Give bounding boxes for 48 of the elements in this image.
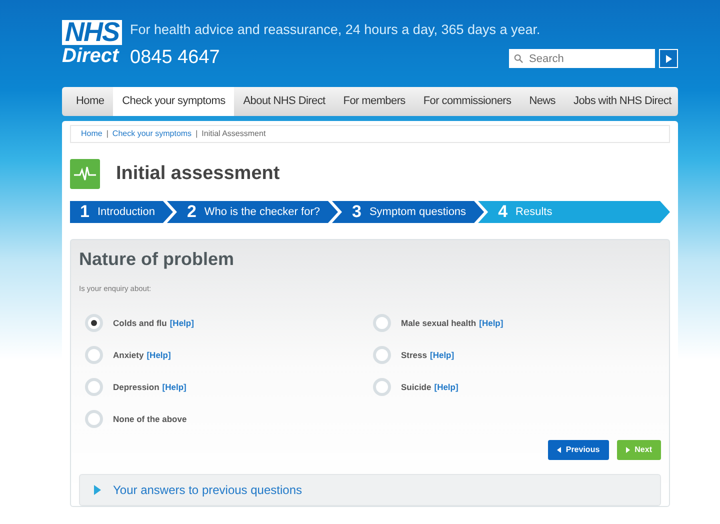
breadcrumb-separator: |: [196, 128, 198, 140]
option-label: Male sexual health: [401, 316, 476, 330]
help-link[interactable]: [Help]: [162, 380, 186, 394]
nav-tab[interactable]: For members: [334, 87, 414, 116]
option-label: Anxiety: [113, 348, 144, 362]
page-title: Initial assessment: [116, 162, 280, 186]
nav-tab[interactable]: About NHS Direct: [234, 87, 334, 116]
help-link[interactable]: [Help]: [170, 316, 194, 330]
option-label: None of the above: [113, 412, 187, 426]
help-link[interactable]: [Help]: [434, 380, 458, 394]
nav-tab[interactable]: For commissioners: [414, 87, 520, 116]
option-label: Suicide: [401, 380, 432, 394]
help-link[interactable]: [Help]: [479, 316, 504, 330]
nav-tab[interactable]: Check your symptoms: [113, 87, 234, 116]
breadcrumb-separator: |: [106, 128, 108, 140]
help-link[interactable]: [Help]: [430, 348, 454, 362]
form-title: Nature of problem: [79, 248, 236, 271]
option-label: Depression: [113, 380, 160, 394]
nav-tab[interactable]: Home: [62, 87, 114, 116]
logo: NHS: [62, 20, 122, 45]
caret-left-icon: [556, 447, 561, 454]
option-label: Stress: [401, 348, 427, 362]
radio-button[interactable]: [373, 314, 391, 332]
search-button[interactable]: [659, 49, 678, 68]
radio-button[interactable]: [85, 346, 103, 364]
nav-tab[interactable]: News: [520, 87, 565, 116]
breadcrumb-current: Initial Assessment: [202, 128, 266, 140]
radio-button[interactable]: [373, 378, 391, 396]
radio-button[interactable]: [85, 410, 103, 428]
breadcrumb-link[interactable]: Home: [81, 128, 102, 140]
radio-button[interactable]: [373, 346, 391, 364]
previous-button[interactable]: Previous: [548, 440, 609, 460]
radio-button[interactable]: [85, 314, 103, 332]
tagline: For health advice and reassurance, 24 hours a day, 365 days a year.: [130, 21, 542, 39]
caret-right-icon: [626, 447, 630, 454]
heartbeat-icon: [70, 159, 100, 189]
help-link[interactable]: [Help]: [146, 348, 171, 362]
search-field[interactable]: Search: [509, 49, 655, 68]
nav-tab[interactable]: Jobs with NHS Direct: [564, 87, 680, 116]
accordion-header[interactable]: Your answers to previous questions: [79, 474, 661, 506]
logo-subtitle: Direct: [62, 45, 120, 67]
phone-number: 0845 4647: [130, 46, 220, 70]
option-label: Colds and flu: [113, 316, 167, 330]
play-icon: [666, 54, 672, 62]
caret-right-icon: [94, 485, 101, 496]
breadcrumb-link[interactable]: Check your symptoms: [112, 128, 192, 140]
radio-button[interactable]: [85, 378, 103, 396]
next-button[interactable]: Next: [616, 440, 661, 460]
